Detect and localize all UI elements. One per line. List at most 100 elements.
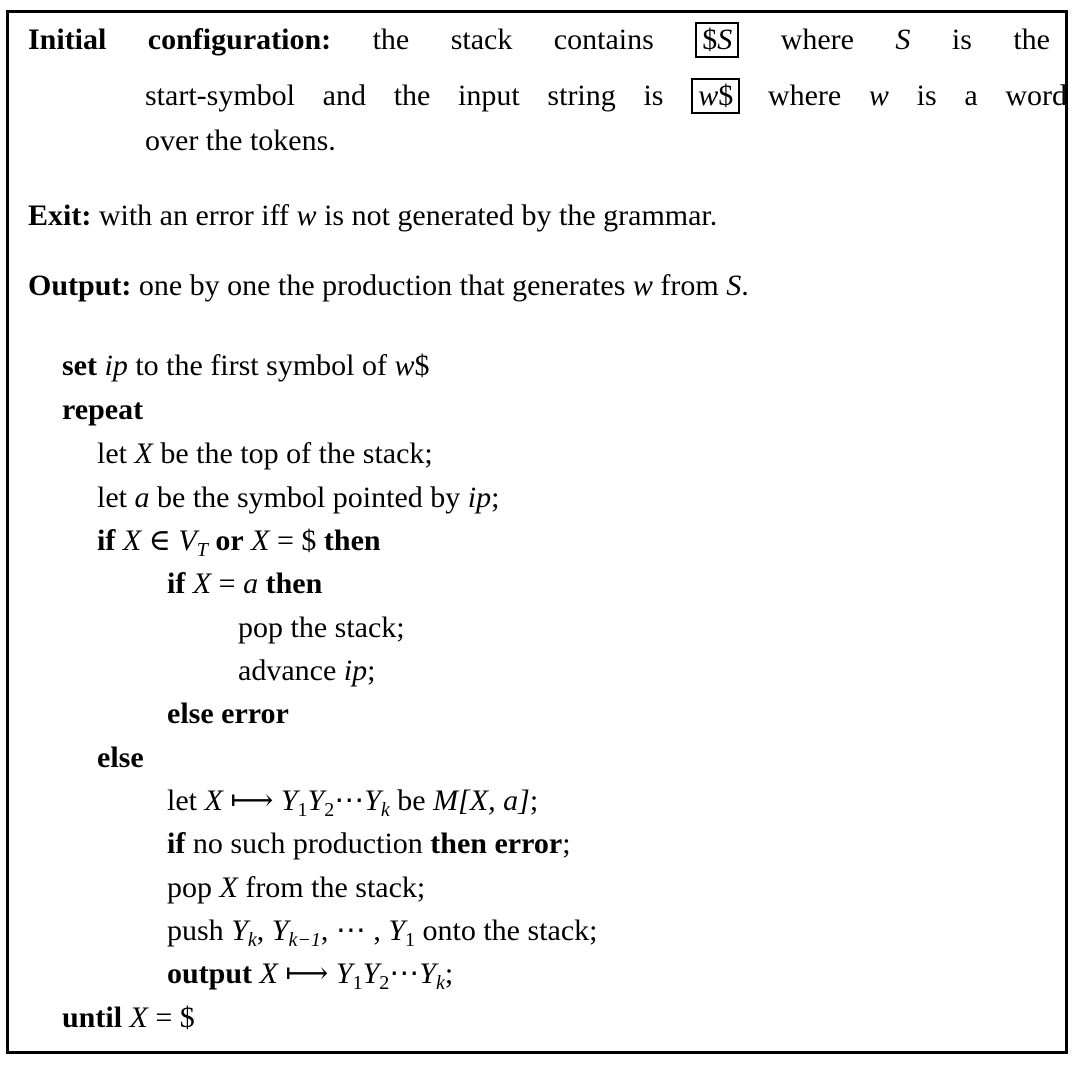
text: one by one the production that generates — [138, 269, 626, 302]
text: let — [97, 437, 127, 470]
element-of-symbol: ∈ — [148, 524, 171, 557]
exit-label: Exit: — [28, 199, 92, 232]
math-Y: Y — [271, 914, 289, 947]
math-V-T: VT — [178, 524, 207, 560]
text: ; — [367, 654, 376, 687]
math-w: w — [698, 79, 719, 112]
text: is the — [951, 23, 1050, 56]
text: where — [780, 23, 854, 56]
dollar-symbol: $ — [702, 23, 718, 56]
algo-line-else: else — [97, 740, 144, 776]
ellipsis: ⋯ — [334, 784, 365, 817]
text: start-symbol and the input string is — [145, 79, 664, 112]
keyword-if: if — [167, 567, 186, 600]
text: from — [660, 269, 719, 302]
text: . — [741, 269, 749, 302]
algo-line-pop-x: pop X from the stack; — [167, 870, 425, 906]
subscript: 2 — [379, 972, 390, 994]
keyword-set: set — [62, 349, 97, 382]
text: with an error iff — [98, 199, 290, 232]
math-Y: Y — [280, 784, 298, 817]
keyword-then: then — [265, 567, 323, 600]
math-w: w — [394, 349, 415, 382]
exit-line: Exit: with an error iff w is not generat… — [28, 198, 717, 234]
text: no such production — [192, 827, 423, 860]
math-X: X — [251, 524, 270, 557]
initial-configuration-label: Initial configuration: — [28, 23, 332, 56]
math-a: a — [134, 481, 150, 514]
dollar-symbol: $ — [414, 349, 430, 382]
keyword-then-error: then error — [430, 827, 563, 860]
math-w: w — [868, 79, 889, 112]
subscript: k — [435, 972, 445, 994]
subscript: 2 — [324, 799, 335, 821]
math-args: [X, a] — [458, 784, 530, 817]
subscript: 1 — [352, 972, 363, 994]
text: the stack contains — [372, 23, 654, 56]
text: be the top of the stack; — [160, 437, 433, 470]
math-Y: Y — [364, 784, 381, 817]
math-X: X — [134, 437, 153, 470]
math-X: X — [129, 1001, 148, 1034]
algo-line-repeat: repeat — [62, 392, 143, 428]
math-X: X — [122, 524, 142, 557]
equals-dollar: = $ — [155, 1001, 195, 1034]
text: is a word — [916, 79, 1068, 112]
subscript: k−1 — [288, 929, 321, 951]
text: to the first symbol of — [135, 349, 387, 382]
math-X: X — [192, 567, 212, 600]
text: advance — [238, 654, 337, 687]
initial-configuration-line-1: Initial configuration: the stack contain… — [28, 22, 1050, 58]
dollar-symbol: $ — [718, 79, 734, 112]
output-line: Output: one by one the production that g… — [28, 268, 749, 304]
math-a: a — [243, 567, 259, 600]
start-symbol: S — [717, 23, 733, 56]
math-X: X — [219, 871, 238, 904]
algo-line-output: output X ⟼ Y1Y2⋯Yk; — [167, 956, 454, 993]
algo-line-until: until X = $ — [62, 1000, 195, 1036]
maps-to-arrow: ⟼ — [285, 957, 329, 990]
subscript: k — [380, 799, 390, 821]
algo-line-set: set ip to the first symbol of w$ — [62, 348, 430, 384]
algo-line-let-production: let X ⟼ Y1Y2⋯Yk be M[X, a]; — [167, 783, 538, 821]
text: let — [97, 481, 127, 514]
keyword-then: then — [323, 524, 381, 557]
math-production-rhs: Y1Y2⋯Yk — [335, 957, 445, 993]
math-ip: ip — [467, 481, 492, 514]
equals-dollar: = $ — [276, 524, 317, 557]
math-Y: Y — [335, 957, 353, 990]
ellipsis: ⋯ — [389, 957, 420, 990]
math-Y: Y — [362, 957, 380, 990]
subscript: k — [247, 929, 257, 951]
math-S: S — [726, 269, 742, 302]
keyword-until: until — [62, 1001, 123, 1034]
algo-line-if-terminal: if X ∈ VT or X = $ then — [97, 523, 381, 560]
text: ; — [562, 827, 571, 860]
text: pop — [167, 871, 212, 904]
math-ip: ip — [104, 349, 128, 382]
text: be — [397, 784, 426, 817]
maps-to-arrow: ⟼ — [230, 784, 274, 817]
text: let — [167, 784, 197, 817]
math-Y: Y — [307, 784, 325, 817]
algo-line-let-a: let a be the symbol pointed by ip; — [97, 480, 499, 516]
text: onto the stack; — [422, 914, 598, 947]
text: push — [167, 914, 224, 947]
keyword-repeat: repeat — [62, 393, 144, 426]
math-S: S — [895, 23, 911, 56]
text: from the stack; — [245, 871, 426, 904]
stack-initial-box: $S — [695, 22, 740, 58]
text: pop the stack; — [238, 611, 405, 644]
math-Y: Y — [388, 914, 406, 947]
subscript-T: T — [196, 539, 208, 561]
math-Y: Y — [231, 914, 248, 947]
algo-line-no-production: if no such production then error; — [167, 826, 571, 862]
math-V: V — [178, 524, 197, 557]
keyword-output: output — [167, 957, 253, 990]
equals-symbol: = — [218, 567, 236, 600]
math-M: M — [433, 784, 459, 817]
input-string-box: w$ — [691, 78, 741, 114]
comma: , — [256, 914, 265, 947]
text: ; — [444, 957, 454, 990]
math-w: w — [632, 269, 653, 302]
